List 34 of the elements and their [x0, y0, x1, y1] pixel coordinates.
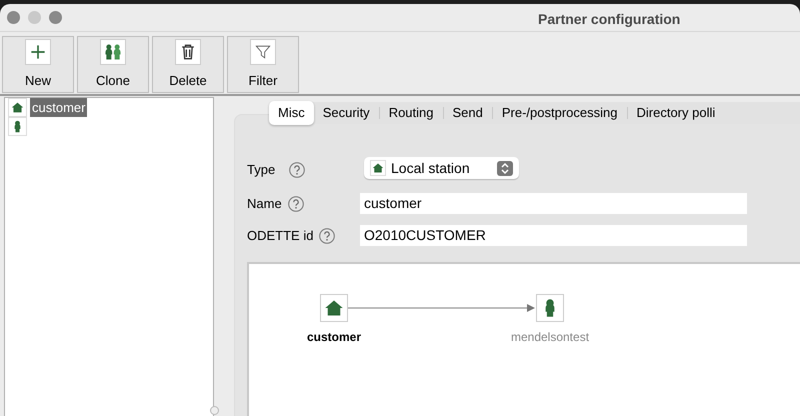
tab[interactable]: Pre-/postprocessing: [492, 101, 626, 125]
house-icon: [324, 298, 344, 318]
tab[interactable]: Misc: [269, 101, 314, 125]
toolbar-button[interactable]: New: [2, 36, 74, 93]
toolbar-button[interactable]: Filter: [227, 36, 299, 93]
node-label: customer: [306, 329, 362, 346]
toolbar-button[interactable]: Clone: [77, 36, 149, 93]
tab[interactable]: Routing: [380, 101, 442, 125]
plus-icon: [25, 38, 51, 65]
toolbar-button[interactable]: Delete: [152, 36, 224, 93]
two-people-icon: [100, 38, 126, 65]
tab[interactable]: Security: [314, 101, 379, 125]
stepper-icon: [497, 160, 513, 176]
house-icon: [372, 162, 384, 174]
scroll-handle[interactable]: [210, 406, 219, 415]
node-label: mendelsontest: [510, 329, 590, 346]
field-label: Name: [247, 194, 282, 213]
input-field[interactable]: customer: [360, 193, 747, 214]
field-label: Type: [247, 161, 276, 180]
tab[interactable]: Send: [444, 101, 492, 125]
house-icon: [11, 101, 24, 114]
tab[interactable]: Directory polli: [628, 101, 724, 125]
trash-icon: [175, 38, 201, 65]
help-icon[interactable]: [288, 196, 304, 212]
help-icon[interactable]: [319, 228, 336, 244]
tree-item[interactable]: customer: [30, 98, 88, 118]
zoom-button[interactable]: [49, 11, 62, 24]
field-label: ODETTE id: [247, 226, 314, 245]
help-icon[interactable]: [289, 162, 305, 178]
type-dropdown[interactable]: Local station: [364, 157, 519, 179]
close-button[interactable]: [7, 11, 20, 24]
window-title: Partner configuration: [538, 10, 680, 29]
filter-icon: [250, 38, 276, 65]
input-field[interactable]: O2010CUSTOMER: [360, 225, 747, 246]
